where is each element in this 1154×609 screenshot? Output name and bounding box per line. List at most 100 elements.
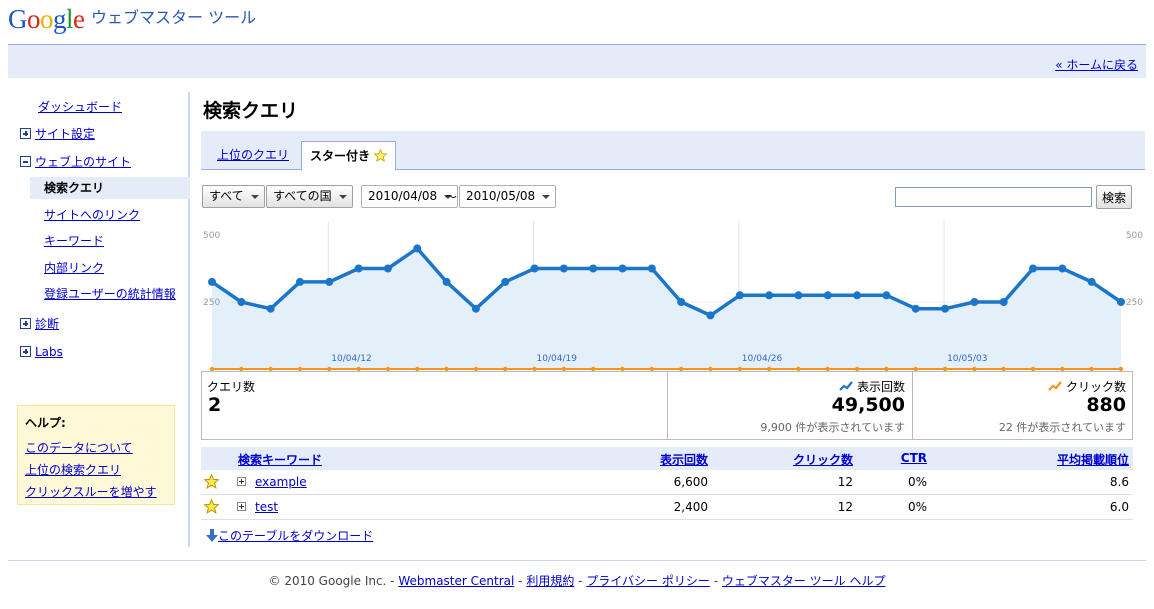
x-tick-label: 10/04/26	[742, 354, 783, 364]
keyword-link[interactable]: example	[255, 475, 307, 489]
download-table[interactable]: このテーブルをダウンロード	[206, 527, 373, 544]
data-point	[295, 277, 304, 286]
impressions-cell: 6,600	[673, 475, 708, 489]
sidebar-item-dashboard[interactable]: ダッシュボード	[38, 96, 122, 118]
queries-label: クエリ数	[207, 380, 256, 394]
col-keyword[interactable]: 検索キーワード	[238, 451, 322, 468]
star-icon	[374, 149, 388, 162]
expand-plus-icon[interactable]	[20, 128, 31, 139]
data-point	[589, 264, 598, 273]
table-row: example 6,600 12 0% 8.6	[201, 470, 1133, 495]
ctr-cell: 0%	[907, 475, 927, 489]
col-clicks[interactable]: クリック数	[793, 451, 853, 468]
collapse-minus-icon[interactable]	[20, 156, 31, 167]
footer-link-help[interactable]: ウェブマスター ツール ヘルプ	[722, 574, 886, 588]
clicks-label-wrap: クリック数	[1048, 378, 1126, 395]
chevron-down-icon	[250, 195, 259, 199]
stat-queries: クエリ数 2	[202, 372, 668, 439]
col-avg-position[interactable]: 平均掲載順位	[1057, 451, 1129, 468]
data-point	[765, 291, 774, 300]
data-point	[471, 304, 480, 313]
data-point	[354, 264, 363, 273]
type-dropdown[interactable]: すべて	[202, 185, 265, 208]
google-logo[interactable]: Google	[8, 2, 85, 36]
data-point	[237, 298, 246, 306]
footer-link-webmaster-central[interactable]: Webmaster Central	[398, 574, 514, 588]
trend-blue-icon[interactable]	[839, 380, 853, 392]
data-point	[882, 291, 891, 300]
star-icon[interactable]	[204, 499, 219, 514]
data-point	[325, 277, 334, 286]
footer-sep: -	[709, 574, 722, 588]
sidebar-item-internal-links[interactable]: 内部リンク	[44, 257, 104, 279]
y-tick-label: 250	[1126, 298, 1143, 308]
expand-plus-icon[interactable]	[237, 477, 246, 486]
data-point	[442, 277, 451, 286]
footer-link-terms[interactable]: 利用規約	[526, 574, 574, 588]
data-point	[1029, 264, 1038, 273]
tab-strip: 上位のクエリ スター付き	[201, 131, 1145, 171]
data-point	[677, 298, 686, 306]
data-point	[999, 298, 1008, 306]
country-dropdown[interactable]: すべての国	[266, 185, 353, 208]
help-link-about-data[interactable]: このデータについて	[25, 437, 167, 459]
top-bar: « ホームに戻る	[8, 44, 1146, 78]
clicks-sub: 22 件が表示されています	[998, 421, 1126, 434]
help-link-increase-ctr[interactable]: クリックスルーを増やす	[25, 481, 167, 503]
stats-panel: クエリ数 2 表示回数 49,500 9,900 件が表示されています クリック…	[201, 371, 1133, 440]
help-title: ヘルプ:	[25, 416, 66, 430]
queries-value: 2	[208, 394, 222, 416]
sidebar-item-subscriber-stats[interactable]: 登録ユーザーの統計情報	[44, 283, 176, 305]
position-cell: 6.0	[1109, 500, 1129, 514]
sidebar-item-keywords[interactable]: キーワード	[44, 230, 104, 252]
data-point	[1058, 264, 1067, 273]
search-button[interactable]: 検索	[1096, 185, 1132, 209]
expand-plus-icon[interactable]	[20, 346, 31, 357]
clicks-label: クリック数	[1065, 380, 1126, 394]
tab-top-queries[interactable]: 上位のクエリ	[209, 143, 297, 170]
impressions-label-wrap: 表示回数	[839, 378, 905, 395]
data-point	[647, 264, 656, 273]
sidebar-item-links-to-site[interactable]: サイトへのリンク	[44, 204, 140, 226]
stat-impressions: 表示回数 49,500 9,900 件が表示されています	[668, 372, 913, 439]
footer-sep: -	[514, 574, 527, 588]
trend-orange-icon[interactable]	[1048, 380, 1062, 392]
product-name: ウェブマスター ツール	[91, 8, 257, 27]
keyword-link[interactable]: test	[255, 500, 278, 514]
footer: © 2010 Google Inc. - Webmaster Central -…	[0, 572, 1154, 589]
clicks-cell: 12	[837, 475, 853, 489]
impressions-value: 49,500	[831, 394, 905, 416]
data-point	[501, 277, 510, 286]
home-link[interactable]: « ホームに戻る	[1055, 56, 1138, 73]
sidebar-item-site-settings[interactable]: サイト設定	[20, 123, 95, 145]
col-impressions[interactable]: 表示回数	[660, 451, 708, 468]
footer-link-privacy[interactable]: プライバシー ポリシー	[586, 574, 710, 588]
sidebar-item-diagnostics[interactable]: 診断	[20, 313, 59, 335]
sidebar-item-labs[interactable]: Labs	[20, 341, 63, 363]
table-row: test 2,400 12 0% 6.0	[201, 495, 1133, 520]
date-to-dropdown[interactable]: 2010/05/08	[459, 185, 557, 208]
col-ctr[interactable]: CTR	[901, 451, 927, 465]
expand-plus-icon[interactable]	[237, 502, 246, 511]
star-icon[interactable]	[204, 474, 219, 489]
x-tick-label: 10/04/19	[537, 354, 578, 364]
help-link-top-queries[interactable]: 上位の検索クエリ	[25, 459, 167, 481]
impressions-sub: 9,900 件が表示されています	[760, 421, 905, 434]
expand-plus-icon[interactable]	[20, 318, 31, 329]
header: Google ウェブマスター ツール	[0, 0, 1154, 44]
data-point	[706, 311, 715, 320]
data-point	[413, 244, 422, 253]
data-point	[266, 304, 275, 313]
impressions-label: 表示回数	[856, 380, 905, 394]
y-tick-label: 500	[1126, 231, 1143, 241]
data-point	[383, 264, 392, 273]
sidebar-item-search-queries[interactable]: 検索クエリ	[30, 177, 190, 199]
y-tick-label: 500	[203, 231, 220, 241]
date-from-dropdown[interactable]: 2010/04/08	[361, 185, 459, 208]
sidebar-item-sites-on-web[interactable]: ウェブ上のサイト	[20, 151, 131, 173]
data-point	[735, 291, 744, 300]
tab-starred[interactable]: スター付き	[301, 141, 397, 171]
data-point	[823, 291, 832, 300]
query-chart: 10/04/12 10/04/19 10/04/26 10/05/03 500 500 25…	[201, 221, 1145, 371]
search-input[interactable]	[895, 187, 1092, 207]
